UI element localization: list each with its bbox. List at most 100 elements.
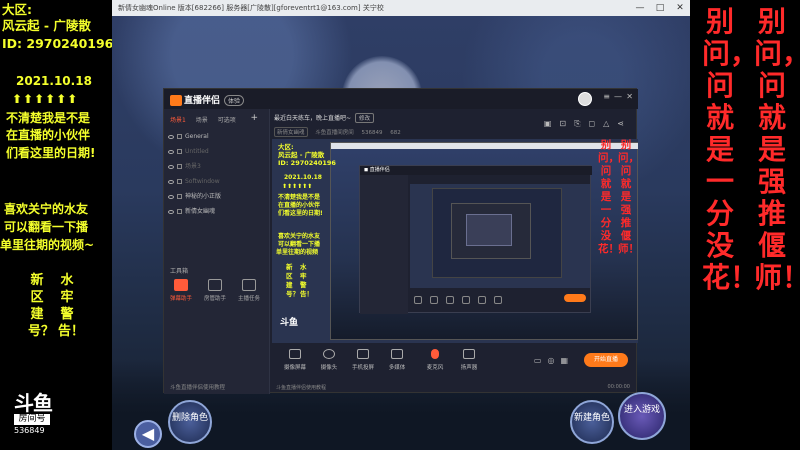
eye-icon[interactable] — [168, 149, 174, 154]
overlay-vertical-right: 水牢警告！ — [58, 273, 85, 339]
microphone-button[interactable]: 麦克风 — [418, 349, 452, 371]
delete-character-button[interactable]: 删除角色 — [168, 400, 212, 444]
speaker-icon — [463, 349, 475, 359]
overlay-id: ID: 2970240196 — [2, 36, 114, 51]
douyu-logo-mark: 斗鱼 — [14, 391, 53, 415]
camera-button[interactable]: 摄像头 — [312, 349, 346, 371]
scene-item[interactable]: 新倩女幽魂 — [168, 206, 266, 218]
nested-titlebar — [331, 143, 638, 149]
nested-preview — [410, 184, 590, 288]
layout-icon[interactable]: ▦ — [560, 356, 574, 365]
nested-capture: ◼ 直播伴侣 — [330, 142, 638, 340]
nested-app: ◼ 直播伴侣 — [359, 165, 592, 314]
avatar[interactable] — [578, 92, 592, 106]
scene-item[interactable]: 神秘的小正版 — [168, 191, 266, 203]
app-close-icon[interactable]: ✕ — [626, 92, 633, 101]
edit-title-button[interactable]: 修改 — [355, 113, 375, 123]
overlay-vertical-left: 新区建号？ — [28, 273, 55, 339]
preview-overlay-vertical: 新区建号？ — [286, 263, 299, 298]
go-live-button[interactable]: 开始直播 — [584, 353, 628, 367]
overlay-server: 风云起 - 广陵散 — [2, 18, 91, 33]
tool-danmaku[interactable]: 弹幕助手 — [166, 279, 196, 302]
scene-item[interactable]: General — [168, 131, 266, 143]
gift-icon[interactable]: ▣ — [544, 119, 560, 128]
maximize-button[interactable]: □ — [650, 0, 670, 16]
phone-cast-button[interactable]: 手机投屏 — [346, 349, 380, 371]
app-minimize-icon[interactable]: — — [614, 92, 622, 101]
checkbox-icon[interactable] — [177, 134, 182, 139]
preview-overlay-vertical: 水牢警告！ — [300, 263, 313, 298]
overlay-arrows: ⬆⬆⬆⬆⬆⬆ — [12, 92, 79, 106]
preview-overlay-red: 别问，问就是强推偃师！ — [618, 139, 638, 255]
scene-item[interactable]: Softwindow — [168, 176, 266, 188]
window-titlebar: 新倩女幽魂Online 版本[682266] 服务器[广陵散][gforeven… — [112, 0, 690, 16]
nested-preview-3 — [451, 203, 531, 259]
eye-icon[interactable] — [168, 209, 174, 214]
checkbox-icon[interactable] — [177, 179, 182, 184]
stream-header: 最近白天练车，晚上直播吧~ 修改 新倩女幽魂 斗鱼直播间房间 536849 682… — [272, 111, 638, 139]
room-label: 斗鱼直播间房间 — [315, 130, 354, 136]
checkbox-icon[interactable] — [177, 194, 182, 199]
checkbox-icon[interactable] — [177, 149, 182, 154]
create-character-button[interactable]: 新建角色 — [570, 400, 614, 444]
close-button[interactable]: ✕ — [670, 0, 690, 16]
stream-preview[interactable]: ◼ 直播伴侣 大区: 风云起 - 广陵散 ID: 2970240196 2021… — [272, 139, 638, 343]
overlay-date: 2021.10.18 — [16, 74, 92, 88]
checkbox-icon[interactable] — [177, 209, 182, 214]
app-menu-icon[interactable]: ≡ — [603, 92, 610, 101]
screen: 大区: 风云起 - 广陵散 ID: 2970240196 2021.10.18 … — [0, 0, 800, 450]
scene-tabs: 场景1 场景 可选项 + — [170, 113, 270, 127]
lock-icon[interactable]: ⊡ — [559, 119, 574, 128]
status-bar: 斗鱼直播伴侣使用教程 00:00:00 — [272, 381, 638, 393]
status-tutorial-link[interactable]: 斗鱼直播伴侣使用教程 — [276, 384, 326, 391]
nested-sidebar — [360, 175, 408, 314]
checkbox-icon[interactable] — [177, 164, 182, 169]
nested-go-live — [564, 294, 586, 302]
left-overlay: 大区: 风云起 - 广陵散 ID: 2970240196 2021.10.18 … — [0, 0, 114, 450]
link-icon[interactable]: ⋖ — [617, 119, 632, 128]
tool-streamer-task[interactable]: 主播任务 — [234, 279, 264, 302]
eye-icon[interactable] — [168, 164, 174, 169]
scene-item[interactable]: Untitled — [168, 146, 266, 158]
settings-icon[interactable]: ◎ — [547, 356, 560, 365]
multimedia-button[interactable]: 多媒体 — [380, 349, 414, 371]
tab-options[interactable]: 可选项 — [218, 117, 236, 124]
tab-scene[interactable]: 场景 — [196, 117, 208, 124]
overlay-note: 不清楚我是不是 — [6, 111, 91, 125]
eye-icon[interactable] — [168, 134, 174, 139]
status-timer: 00:00:00 — [607, 384, 630, 390]
tutorial-link[interactable]: 斗鱼直播伴侣使用教程 — [170, 383, 225, 391]
preview-overlay-note: 们看这里的日期! — [278, 210, 323, 217]
bell-icon[interactable]: △ — [603, 119, 617, 128]
camera-icon — [323, 349, 335, 359]
room-number: 536849 — [14, 426, 45, 435]
add-scene-icon[interactable]: + — [250, 113, 258, 123]
overlay-red-column-2: 别问，问就是强推偃师！ — [754, 5, 800, 294]
tool-room-admin[interactable]: 房管助手 — [200, 279, 230, 302]
chat-icon[interactable]: ◻ — [589, 119, 604, 128]
preview-overlay-red: 别问，问就是一分没花！ — [598, 139, 619, 255]
eye-icon[interactable] — [168, 179, 174, 184]
enter-game-button[interactable]: 进入游戏 — [618, 392, 666, 440]
preview-overlay-server: 风云起 - 广陵散 — [278, 151, 325, 159]
category-tag[interactable]: 新倩女幽魂 — [274, 127, 308, 137]
nested-preview-4 — [466, 214, 512, 246]
capture-screen-button[interactable]: 摄像屏幕 — [278, 349, 312, 371]
tab-scene1[interactable]: 场景1 — [170, 117, 186, 124]
eye-icon[interactable] — [168, 194, 174, 199]
share-icon[interactable]: ⎘ — [574, 119, 588, 128]
preview-overlay-arrows: ⬆⬆⬆⬆⬆⬆ — [282, 183, 313, 190]
header-icons: ▣⊡⎘◻△⋖ — [544, 119, 632, 129]
overlay-note: 单里往期的视频~ — [0, 238, 95, 252]
media-icon — [391, 349, 403, 359]
scene-sidebar: 场景1 场景 可选项 + General Untitled 场景3 Softwi… — [164, 109, 270, 394]
minimize-button[interactable]: — — [630, 0, 650, 16]
back-button[interactable]: ◀ — [134, 420, 162, 448]
scene-item[interactable]: 场景3 — [168, 161, 266, 173]
speaker-button[interactable]: 扬声器 — [452, 349, 486, 371]
game-scene: 直播伴侣体验 ≡ — ✕ 场景1 场景 可选项 + General Untit — [112, 16, 690, 450]
overlay-region-label: 大区: — [2, 2, 32, 17]
record-icon[interactable]: ▭ — [534, 356, 548, 365]
app-badge[interactable]: 体验 — [224, 95, 245, 106]
nested-toolbar — [410, 290, 590, 310]
